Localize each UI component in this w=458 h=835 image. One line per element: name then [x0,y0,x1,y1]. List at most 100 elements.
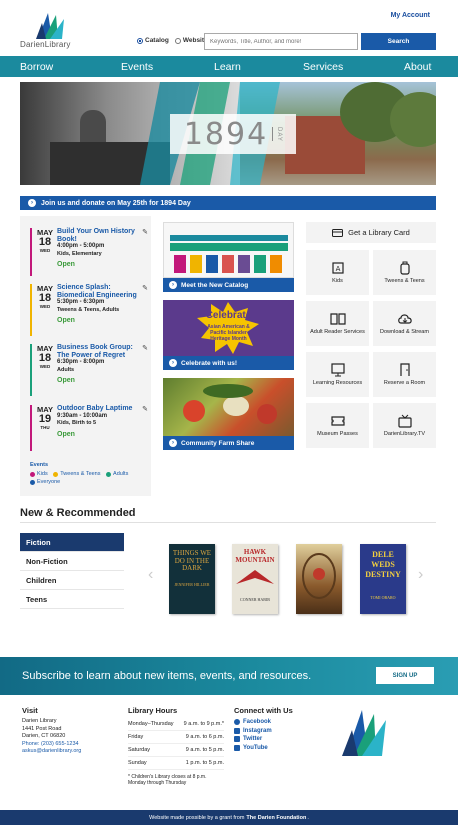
event-category-bar [30,405,32,451]
event-weekday: THU [40,425,50,430]
footer-phone-link[interactable]: Phone: (203) 655-1234 [22,741,81,749]
promo-farm-share[interactable]: › Community Farm Share [163,378,294,450]
legend-dot-icon [106,471,112,477]
legend-label: Kids [37,471,48,477]
event-audience: Tweens & Teens, Adults [57,306,120,313]
legend-item-everyone[interactable]: Everyone [30,479,60,485]
events-list: MAY 18 WED Build Your Own History Book! … [20,216,151,496]
credit-org-link[interactable]: The Darien Foundation [246,815,306,821]
category-non-fiction[interactable]: Non-Fiction [20,552,124,571]
catalog-screenshot-image [163,222,294,278]
footer-hours-heading: Library Hours [128,706,178,715]
book-title: DELE WEDS DESTINY [365,550,401,579]
event-category-bar [30,344,32,396]
quicklink-label: Learning Resources [312,380,363,386]
event-item[interactable]: MAY 18 WED Business Book Group: The Powe… [30,344,148,400]
quicklink-label: Reserve a Room [383,380,426,386]
book-author: CONNER HABIB [240,597,270,602]
search-button[interactable]: Search [361,33,436,50]
footer-visit: Visit Darien Library 1441 Post Road Dari… [22,706,81,756]
legend-dot-icon [30,471,35,477]
credit-prefix: Website made possible by a grant from [149,814,245,821]
event-date: MAY 18 WED [36,284,54,309]
legend-label: Everyone [37,479,61,485]
hero-person-figure [80,110,106,146]
twitter-icon [234,736,240,743]
instagram-label: Instagram [243,727,272,734]
carousel-prev-icon[interactable]: ‹ [148,566,153,584]
search-input[interactable] [204,33,358,50]
event-category-bar [30,284,32,336]
book-cover[interactable]: HAWK MOUNTAIN CONNER HABIB [232,544,278,614]
edit-icon[interactable]: ✎ [142,405,148,413]
quicklink-label: Tweens & Teens [384,278,425,284]
facebook-link[interactable]: Facebook [234,718,293,727]
quicklink-kids[interactable]: A Kids [306,250,369,295]
nav-services[interactable]: Services [303,61,343,73]
quicklink-tweens-teens[interactable]: Tweens & Teens [373,250,436,295]
announcement-bar[interactable]: › Join us and donate on May 25th for 189… [20,196,436,210]
nav-events[interactable]: Events [121,61,153,73]
event-item[interactable]: MAY 18 WED Science Splash: Biomedical En… [30,284,148,340]
footer-city: Darien, CT 06820 [22,733,66,739]
tv-icon [397,414,412,428]
event-item[interactable]: MAY 18 WED Build Your Own History Book! … [30,228,148,280]
event-title[interactable]: Build Your Own History Book! [57,228,137,243]
quicklink-adult-reader[interactable]: Adult Reader Services [306,301,369,346]
events-legend: Events Kids Tweens & Teens Adults Everyo… [30,462,145,487]
event-title[interactable]: Outdoor Baby Laptime [57,405,137,413]
book-cover[interactable]: THINGS WE DO IN THE DARK JENNIFER HILLIE… [169,544,215,614]
footer-connect-heading: Connect with Us [234,706,293,715]
footer-email-link[interactable]: askus@darienlibrary.org [22,748,81,756]
edit-icon[interactable]: ✎ [142,228,148,236]
edit-icon[interactable]: ✎ [142,344,148,352]
quicklink-download-stream[interactable]: Download & Stream [373,301,436,346]
book-cover[interactable]: DELE WEDS DESTINY TOMI OBARO [360,544,406,614]
twitter-link[interactable]: Twitter [234,735,293,744]
legend-title[interactable]: Events [30,462,145,468]
radio-catalog-label: Catalog [145,37,169,44]
radio-catalog[interactable]: Catalog [137,37,169,44]
event-status: Open [57,317,75,324]
category-children[interactable]: Children [20,571,124,590]
quicklink-learning-resources[interactable]: Learning Resources [306,352,369,397]
event-title[interactable]: Business Book Group: The Power of Regret [57,344,137,359]
quicklink-darienlibrary-tv[interactable]: DarienLibrary.TV [373,403,436,448]
promo-new-catalog[interactable]: › Meet the New Catalog [163,222,294,292]
hours-day: Saturday [128,747,151,753]
youtube-link[interactable]: YouTube [234,744,293,753]
event-category-bar [30,228,32,276]
nav-about[interactable]: About [404,61,431,73]
event-time: 6:30pm - 8:00pm [57,359,105,365]
category-fiction[interactable]: Fiction [20,533,124,552]
event-title[interactable]: Science Splash: Biomedical Engineering [57,284,137,299]
youtube-icon [234,744,240,751]
legend-item-kids[interactable]: Kids [30,471,48,477]
get-library-card-button[interactable]: Get a Library Card [306,222,436,243]
carousel-next-icon[interactable]: › [418,566,423,584]
legend-item-adults[interactable]: Adults [106,471,128,477]
instagram-link[interactable]: Instagram [234,727,293,736]
promo-label: › Community Farm Share [163,436,294,450]
hours-time: 1 p.m. to 5 p.m. [185,760,224,766]
get-library-card-label: Get a Library Card [348,228,410,237]
divider [20,522,436,523]
promo-celebrate[interactable]: Celebrate Asian American & Pacific Islan… [163,300,294,370]
book-cover[interactable] [296,544,342,614]
radio-website[interactable]: Website [174,37,208,44]
nav-learn[interactable]: Learn [214,61,241,73]
quicklink-reserve-room[interactable]: Reserve a Room [373,352,436,397]
category-teens[interactable]: Teens [20,590,124,609]
twitter-label: Twitter [243,736,263,742]
my-account-link[interactable]: My Account [391,12,430,19]
edit-icon[interactable]: ✎ [142,284,148,292]
new-recommended-heading: New & Recommended [20,507,136,519]
quicklink-museum-passes[interactable]: Museum Passes [306,403,369,448]
hero-banner[interactable]: 1894 DAY [20,82,436,185]
sign-up-button[interactable]: SIGN UP [376,667,434,684]
hero-1894-day-badge: 1894 DAY [170,114,296,154]
nav-borrow[interactable]: Borrow [20,61,53,73]
event-item[interactable]: MAY 19 THU Outdoor Baby Laptime 9:30am -… [30,405,148,455]
legend-item-tweens-teens[interactable]: Tweens & Teens [53,471,101,477]
library-logo-icon[interactable] [34,11,68,41]
